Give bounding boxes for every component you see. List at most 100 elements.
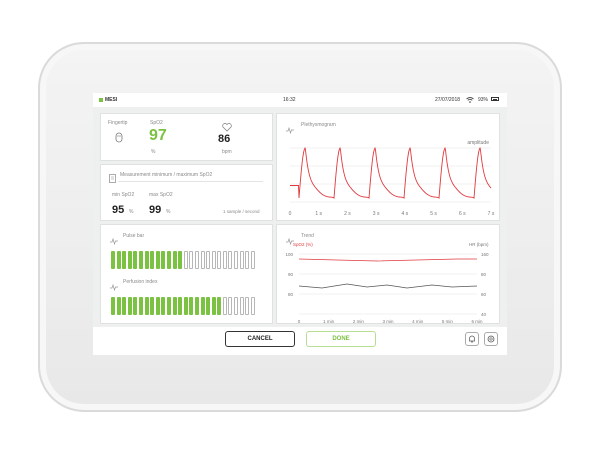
battery-percent: 93% [478,97,489,103]
fingertip-icon [114,130,124,148]
max-spo2-value: 99 [149,204,162,216]
perfusion-bar-segment [222,297,227,315]
done-button[interactable]: DONE [306,331,376,347]
status-date: 27/07/2018 [435,97,461,103]
fingertip-label: Fingertip [108,120,128,126]
perfusion-bar-segment [111,297,115,315]
pulse-bar-segment [222,251,227,269]
pulse-bar-segment [138,251,143,269]
trend-time-label: 0 [298,319,301,324]
hr-trend-line [298,283,478,289]
perfusion-bar-segment [189,297,194,315]
pulse-bar-segment [166,251,171,269]
max-spo2-label: max SpO2 [149,192,173,198]
pulse-bar-segment [228,251,233,269]
perfusion-bar-segment [194,297,199,315]
hr-tick-label: 160 [481,252,489,257]
pulse-bar-segment [234,251,239,269]
pulse-bar-segment [211,251,216,269]
spo2-tick-label: 90 [288,272,294,277]
pulse-bar-segment [206,251,211,269]
perfusion-bar-segment [200,297,205,315]
pleth-tick-label: 0 [289,211,292,217]
gear-icon [487,335,495,343]
screen: MESI 16:32 27/07/2018 93% Fingertip SpO2… [93,93,507,355]
bell-icon [469,335,475,343]
pulse-bar-segment [133,251,138,269]
pulse-bar-segment [144,251,149,269]
pleth-tick-label: 1 s [315,211,322,217]
measurement-divider [118,181,263,182]
perfusion-bar-segment [228,297,233,315]
perfusion-index-label: Perfusion index [123,279,158,285]
pulse-bar-segment [122,251,127,269]
spo2-panel: Fingertip SpO2 97 % 86 bpm [100,113,273,161]
spo2-tick-label: 100 [285,252,293,257]
perfusion-bar-segment [155,297,160,315]
battery-icon [491,97,499,101]
trend-time-label: 1 min [323,319,335,324]
min-spo2-label: min SpO2 [112,192,135,198]
pulse-bar-label: Pulse bar [123,233,145,239]
spo2-unit: % [151,149,156,155]
perfusion-bar-segment [116,297,121,315]
hr-axis-label: HR (bpm) [469,242,489,247]
trend-panel: Trend SpO2 (%) HR (bpm) 100 90 80 160 80 60 40… [276,224,500,324]
pulse-bar [111,251,255,269]
spo2-tick-label: 80 [288,292,294,297]
perfusion-bar-segment [234,297,239,315]
pulse-bar-segment [189,251,194,269]
pulse-bar-segment [178,251,183,269]
perfusion-bar-segment [127,297,132,315]
pulse-bar-segment [217,251,222,269]
perfusion-bar-segment [150,297,155,315]
perfusion-bar-segment [239,297,244,315]
pulse-bar-segment [116,251,121,269]
pulse-bar-segment [245,251,250,269]
settings-button[interactable] [484,332,498,346]
pulse-bar-segment [194,251,199,269]
pulse-bar-segment [200,251,205,269]
spo2-trend-line [298,258,477,262]
perfusion-bar-segment [206,297,211,315]
perfusion-wave-icon [110,278,118,296]
wifi-icon [466,97,474,105]
sample-rate: 1 sample / second [223,209,260,214]
hr-tick-label: 80 [481,272,487,277]
plethysmogram-panel: Plethysmogram amplitude 01 s2 s3 s4 s5 s… [276,113,500,221]
plethysmogram-chart: amplitude 0 1 s 2 s 3 s 4 s 5 s 6 s 7 s [289,140,495,217]
pleth-tick-label: 2 s [344,211,351,217]
document-icon [109,170,116,188]
status-bar: MESI 16:32 27/07/2018 93% [93,93,507,107]
pleth-waveform [290,146,492,200]
pulse-bar-segment [155,251,160,269]
perfusion-bar-segment [122,297,127,315]
spo2-label: SpO2 [150,120,163,126]
heart-rate-unit: bpm [222,149,232,155]
hr-tick-label: 40 [481,312,487,317]
trend-time-label: 6 min [471,319,483,324]
pleth-tick-label: 4 s [402,211,409,217]
perfusion-bar-segment [138,297,143,315]
brand-name: MESI [105,97,118,103]
pulse-bar-segment [172,251,177,269]
pulse-perfusion-panel: Pulse bar Perfusion index [100,224,273,324]
trend-time-label: 5 min [442,319,454,324]
perfusion-bar-segment [161,297,166,315]
cancel-button[interactable]: CANCEL [225,331,295,347]
pulse-bar-segment [111,251,115,269]
pleth-tick-label: 3 s [373,211,380,217]
perfusion-bar-segment [133,297,138,315]
notification-button[interactable] [465,332,479,346]
perfusion-bar-segment [211,297,216,315]
perfusion-bar-segment [245,297,250,315]
bottom-bar: CANCEL DONE [93,327,507,355]
pleth-tick-label: 7 s [488,211,495,217]
pulse-wave-icon [110,232,118,250]
perfusion-bar-segment [172,297,177,315]
pulse-bar-segment [127,251,132,269]
amplitude-label: amplitude [467,140,489,146]
measurement-title: Measurement minimum / maximum SpO2 [120,172,213,178]
brand-logo: MESI [99,97,117,103]
min-spo2-value: 95 [112,204,125,216]
